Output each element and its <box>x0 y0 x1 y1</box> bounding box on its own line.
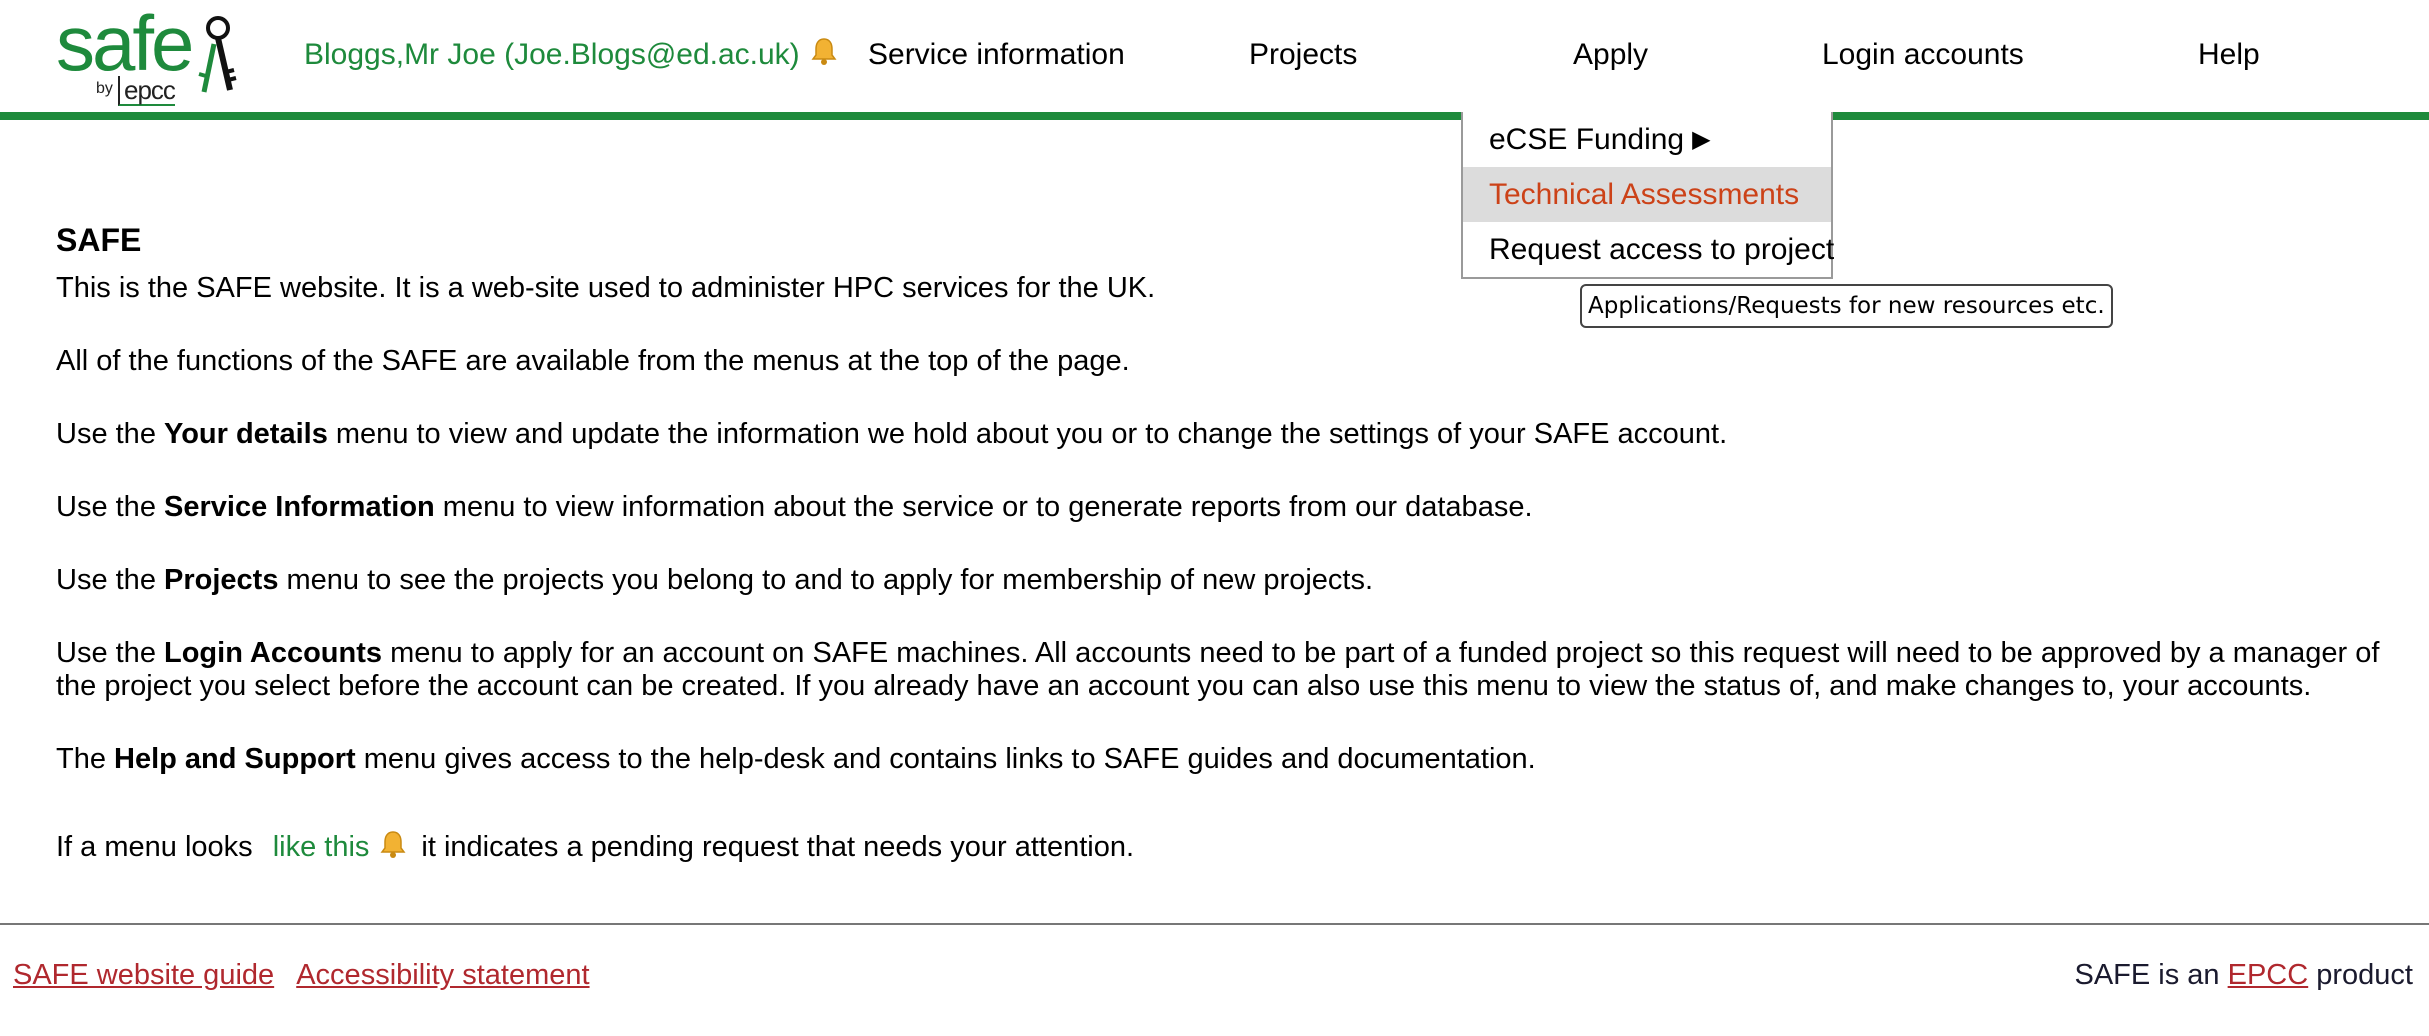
user-account-menu[interactable]: Bloggs,Mr Joe (Joe.Blogs@ed.ac.uk) <box>304 36 838 74</box>
bell-icon <box>379 829 407 867</box>
pending-example-text: like this <box>272 831 370 863</box>
text-fragment: The <box>56 743 115 775</box>
apply-dropdown-menu: eCSE Funding ▶ Technical Assessments Requ… <box>1461 112 1834 279</box>
your-details-paragraph: Use the Your details menu to view and up… <box>56 418 2386 451</box>
top-navigation-bar: safe by epcc Bloggs,Mr Joe (Joe.Blogs@ed… <box>0 0 2429 120</box>
menu-item-technical-assessments[interactable]: Technical Assessments <box>1463 167 1831 222</box>
nav-apply[interactable]: Apply <box>1573 38 1648 72</box>
logo-wordmark: safe <box>56 0 194 87</box>
nav-help[interactable]: Help <box>2198 38 2260 72</box>
bell-icon <box>810 36 838 74</box>
text-fragment: menu gives access to the help-desk and c… <box>355 743 1536 775</box>
text-fragment: menu to view and update the information … <box>327 418 1728 450</box>
menu-item-ecse-funding-label: eCSE Funding <box>1489 123 1685 156</box>
footer-links: SAFE website guide Accessibility stateme… <box>13 959 590 992</box>
text-fragment: Use the <box>56 564 164 596</box>
menu-name-service-information: Service Information <box>164 491 435 523</box>
page-footer: SAFE website guide Accessibility stateme… <box>0 955 2429 1005</box>
apply-menu-tooltip: Applications/Requests for new resources … <box>1580 284 2113 328</box>
menu-name-your-details: Your details <box>164 418 328 450</box>
text-fragment: Use the <box>56 418 164 450</box>
service-information-paragraph: Use the Service Information menu to view… <box>56 491 2386 524</box>
page: safe by epcc Bloggs,Mr Joe (Joe.Blogs@ed… <box>0 0 2429 1036</box>
user-account-label: Bloggs,Mr Joe (Joe.Blogs@ed.ac.uk) <box>304 38 800 71</box>
menu-name-projects: Projects <box>164 564 279 596</box>
logo-brand-text: epcc <box>118 76 176 106</box>
nav-login-accounts[interactable]: Login accounts <box>1822 38 2024 72</box>
text-fragment: menu to see the projects you belong to a… <box>278 564 1374 596</box>
menu-name-help-and-support: Help and Support <box>114 743 356 775</box>
text-fragment: Use the <box>56 637 164 669</box>
accessibility-statement-link[interactable]: Accessibility statement <box>296 959 589 991</box>
keys-icon <box>198 16 237 93</box>
safe-website-guide-link[interactable]: SAFE website guide <box>13 959 274 991</box>
functions-paragraph: All of the functions of the SAFE are ava… <box>56 345 1130 377</box>
text-fragment: If a menu looks <box>56 831 261 863</box>
epcc-link[interactable]: EPCC <box>2228 959 2309 991</box>
text-fragment: product <box>2308 959 2413 991</box>
page-title: SAFE <box>56 222 142 258</box>
help-support-paragraph: The Help and Support menu gives access t… <box>56 743 2386 776</box>
login-accounts-paragraph: Use the Login Accounts menu to apply for… <box>56 637 2386 703</box>
menu-item-request-access-to-project[interactable]: Request access to project <box>1463 222 1834 277</box>
product-credit: SAFE is an EPCC product <box>2075 959 2414 992</box>
text-fragment: menu to apply for an account on SAFE mac… <box>56 637 2380 702</box>
text-fragment: menu to view information about the servi… <box>434 491 1533 523</box>
logo-by-text: by <box>96 80 113 97</box>
submenu-arrow-icon: ▶ <box>1692 126 1711 153</box>
text-fragment: it indicates a pending request that need… <box>421 831 1135 863</box>
menu-item-ecse-funding[interactable]: eCSE Funding ▶ <box>1463 112 1831 167</box>
safe-logo[interactable]: safe by epcc <box>56 4 256 106</box>
menu-name-login-accounts: Login Accounts <box>164 637 383 669</box>
footer-divider <box>0 923 2429 925</box>
text-fragment: Use the <box>56 491 164 523</box>
pending-request-paragraph: If a menu looks like this it indicates a… <box>56 829 2386 867</box>
text-fragment: SAFE is an <box>2074 959 2228 991</box>
nav-projects[interactable]: Projects <box>1249 38 1357 72</box>
projects-paragraph: Use the Projects menu to see the project… <box>56 564 2386 597</box>
nav-service-information[interactable]: Service information <box>868 38 1125 72</box>
